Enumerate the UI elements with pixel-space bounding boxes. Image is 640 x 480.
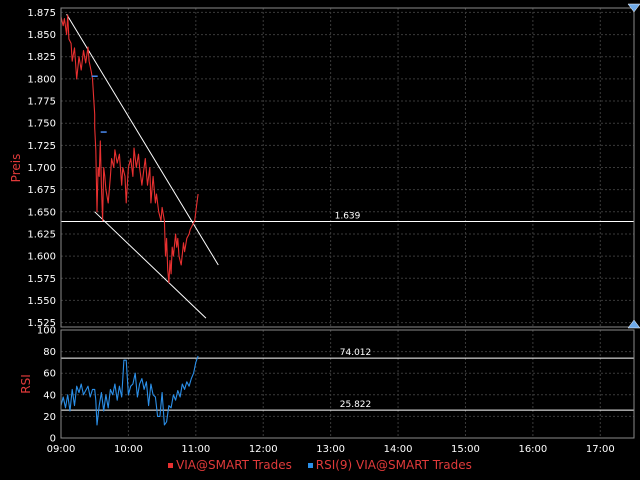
x-tick-label: 12:00 — [249, 444, 278, 455]
x-tick-label: 11:00 — [181, 444, 210, 455]
price-axis-label: Preis — [9, 154, 23, 183]
price-y-tick-label: 1.850 — [27, 30, 56, 41]
price-grid — [60, 8, 634, 327]
rsi-y-tick-label: 20 — [43, 412, 56, 423]
price-y-tick-label: 1.575 — [27, 274, 56, 285]
legend-item-price[interactable]: VIA@SMART Trades — [168, 458, 292, 472]
rsi-series-line — [60, 355, 199, 426]
price-series-line — [60, 14, 199, 284]
legend-label-price: VIA@SMART Trades — [176, 458, 292, 472]
rsi-y-tick-label: 0 — [50, 434, 56, 445]
price-y-tick-label: 1.700 — [27, 163, 56, 174]
x-tick-label: 15:00 — [451, 444, 480, 455]
price-y-tick-label: 1.825 — [27, 52, 56, 63]
price-y-tick-label: 1.775 — [27, 97, 56, 108]
legend-label-rsi: RSI(9) VIA@SMART Trades — [315, 458, 472, 472]
price-y-tick-label: 1.875 — [27, 8, 56, 19]
scroll-up-arrow-icon[interactable] — [627, 319, 640, 329]
legend-swatch-rsi — [307, 463, 313, 468]
price-y-tick-label: 1.675 — [27, 185, 56, 196]
rsi-reference-label: 74.012 — [340, 348, 372, 358]
legend-item-rsi[interactable]: RSI(9) VIA@SMART Trades — [307, 458, 472, 472]
rsi-reference-label: 25.822 — [340, 400, 372, 410]
rsi-panel: 74.012 25.822 — [60, 348, 634, 426]
x-tick-label: 17:00 — [586, 444, 615, 455]
chart-legend: VIA@SMART Trades RSI(9) VIA@SMART Trades — [0, 458, 640, 472]
trend-line — [66, 13, 219, 266]
price-y-tick-label: 1.600 — [27, 252, 56, 263]
rsi-y-tick-label: 40 — [43, 390, 56, 401]
price-y-tick-label: 1.650 — [27, 207, 56, 218]
x-tick-label: 09:00 — [47, 444, 76, 455]
price-y-tick-label: 1.550 — [27, 296, 56, 307]
price-y-tick-label: 1.750 — [27, 119, 56, 130]
rsi-y-tick-label: 60 — [43, 369, 56, 380]
legend-swatch-price — [168, 463, 174, 468]
x-tick-label: 13:00 — [316, 444, 345, 455]
rsi-y-tick-label: 80 — [43, 347, 56, 358]
trend-line — [94, 211, 207, 319]
rsi-axis-label: RSI — [19, 374, 33, 394]
x-tick-label: 10:00 — [114, 444, 143, 455]
rsi-y-tick-label: 100 — [37, 326, 56, 337]
price-y-tick-label: 1.800 — [27, 74, 56, 85]
chart-svg: 1.639 74.012 25.822 09:00 10:00 11:00 12:00 1… — [9, 3, 640, 455]
price-y-tick-label: 1.725 — [27, 141, 56, 152]
price-reference-label: 1.639 — [335, 212, 361, 222]
price-panel: 1.639 — [60, 13, 634, 319]
price-y-tick-label: 1.625 — [27, 229, 56, 240]
x-tick-label: 14:00 — [384, 444, 413, 455]
x-tick-label: 16:00 — [518, 444, 547, 455]
